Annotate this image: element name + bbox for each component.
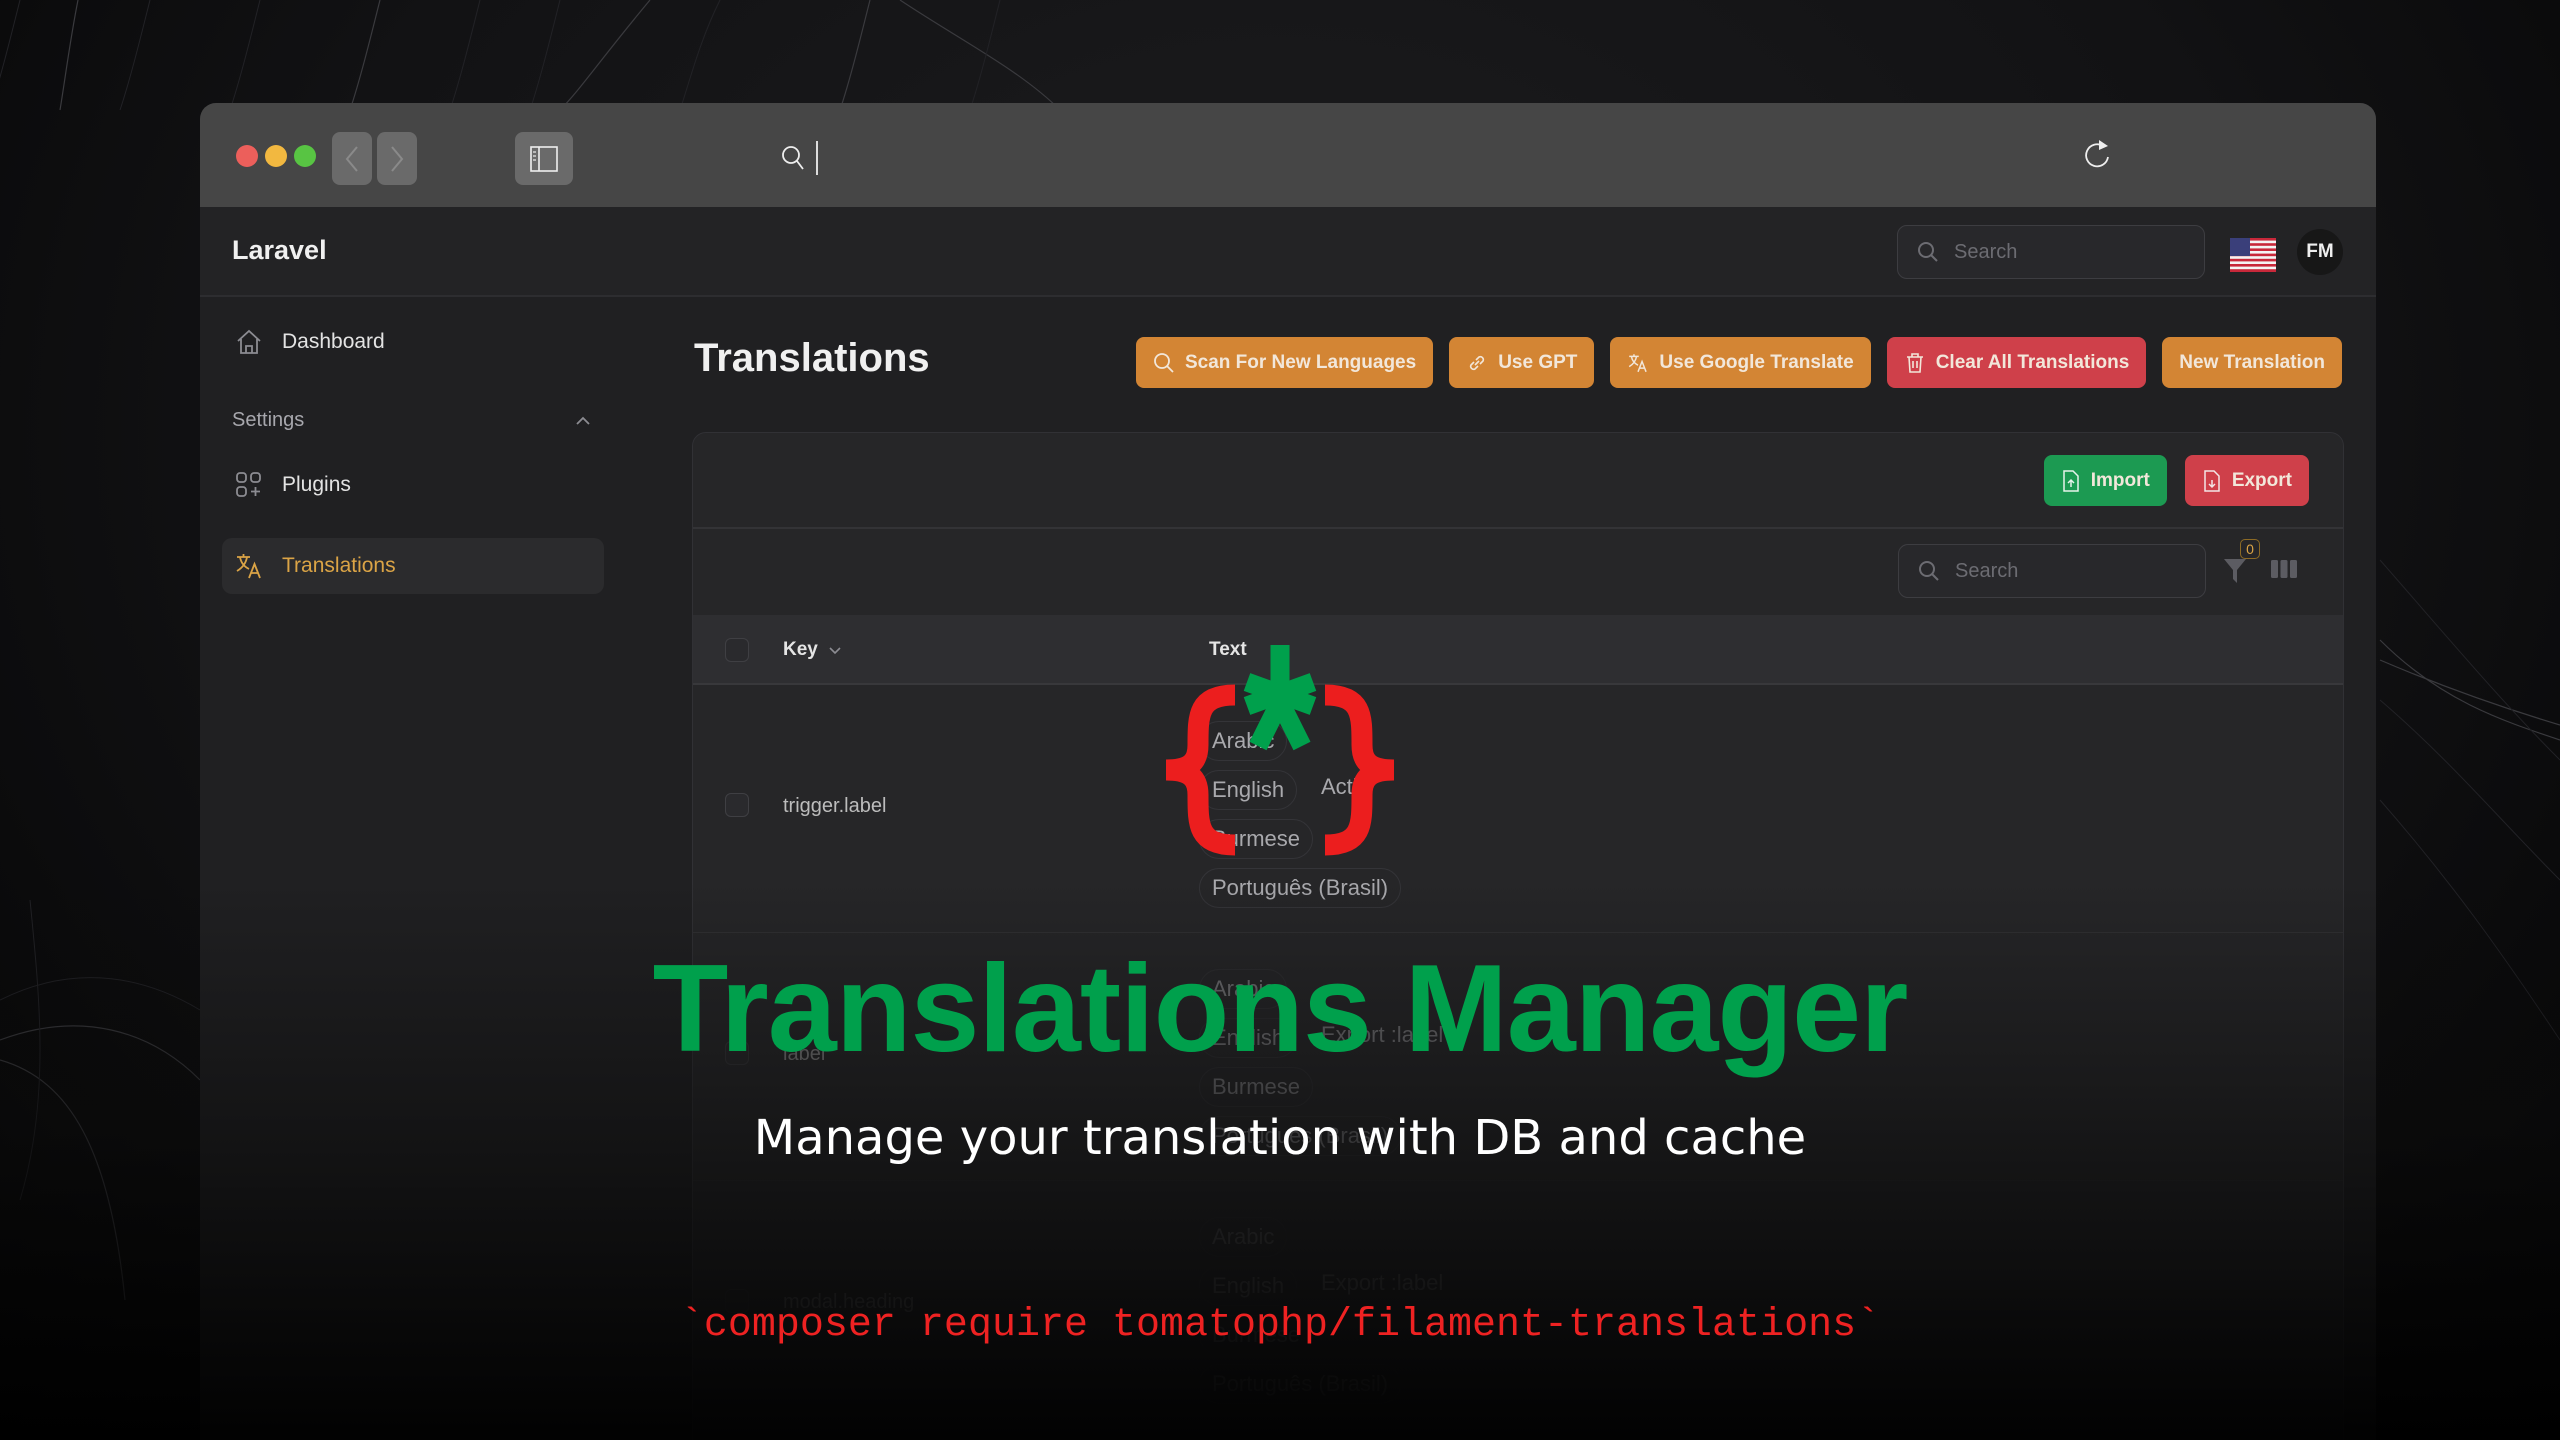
google-translate-button[interactable]: Use Google Translate — [1610, 337, 1871, 388]
file-upload-icon — [2062, 469, 2079, 492]
sidebar-item-label: Plugins — [282, 473, 351, 496]
table-header-row: Key Text — [693, 615, 2343, 685]
button-label: Export — [2231, 469, 2292, 491]
minimize-window-button[interactable] — [265, 145, 287, 167]
hero-subheadline: Manage your translation with DB and cach… — [753, 1110, 1807, 1166]
braces-asterisk-logo-icon — [1165, 645, 1395, 856]
button-label: Use Google Translate — [1659, 351, 1854, 373]
filter-count-badge: 0 — [2240, 539, 2260, 559]
toggle-sidebar-button[interactable] — [515, 132, 573, 185]
row-checkbox[interactable] — [725, 793, 749, 817]
back-button[interactable] — [332, 132, 372, 185]
scan-languages-button[interactable]: Scan For New Languages — [1135, 337, 1434, 388]
sidebar-item-label: Translations — [282, 554, 396, 577]
sidebar-icon — [530, 145, 558, 172]
language-icon — [1629, 353, 1648, 372]
sidebar-item-plugins[interactable]: Plugins — [222, 457, 604, 513]
hero-headline: Translations Manager — [652, 940, 1909, 1078]
install-command: `composer require tomatophp/filament-tra… — [679, 1303, 1881, 1348]
chevron-up-icon — [576, 416, 590, 425]
address-bar[interactable] — [780, 141, 818, 175]
reload-button[interactable] — [2080, 137, 2114, 178]
reload-icon — [2085, 140, 2109, 168]
table-header-actions: Import Export — [693, 433, 2343, 529]
search-icon — [1918, 242, 1938, 262]
close-window-button[interactable] — [236, 145, 258, 167]
maximize-window-button[interactable] — [294, 145, 316, 167]
chevron-right-icon — [391, 145, 404, 172]
sidebar-item-translations[interactable]: Translations — [222, 538, 604, 594]
us-flag-icon[interactable] — [2230, 238, 2276, 272]
file-download-icon — [2204, 469, 2220, 492]
global-search-input[interactable] — [1954, 240, 2154, 264]
sidebar-item-dashboard[interactable]: Dashboard — [222, 314, 604, 370]
button-label: Scan For New Languages — [1184, 351, 1417, 373]
brand-name: Laravel — [232, 235, 327, 265]
search-icon — [1919, 561, 1939, 581]
export-button[interactable]: Export — [2184, 455, 2309, 506]
sidebar-group-settings[interactable]: Settings — [232, 409, 592, 432]
table-search-input[interactable] — [1955, 559, 2155, 583]
link-icon — [1470, 355, 1485, 370]
text-cursor — [816, 141, 818, 175]
sidebar-item-label: Dashboard — [282, 330, 385, 353]
button-label: Import — [2090, 469, 2150, 491]
table-toolbar: 0 — [693, 529, 2343, 615]
page-title: Translations — [694, 336, 930, 380]
chevron-left-icon — [345, 145, 358, 172]
row-key: trigger.label — [783, 795, 887, 817]
home-icon — [237, 329, 261, 354]
column-header-key[interactable]: Key — [783, 639, 842, 661]
search-icon — [782, 146, 804, 170]
button-label: New Translation — [2179, 351, 2325, 373]
search-icon — [1154, 352, 1174, 373]
user-avatar[interactable]: FM — [2297, 229, 2343, 275]
column-header-label: Key — [783, 639, 818, 660]
table-search[interactable] — [1898, 544, 2206, 598]
use-gpt-button[interactable]: Use GPT — [1449, 337, 1595, 388]
app-topbar: Laravel FM — [200, 207, 2376, 297]
language-icon — [236, 554, 261, 579]
browser-titlebar — [200, 103, 2376, 207]
page-actions: Scan For New Languages Use GPT Use Googl… — [1135, 337, 2342, 388]
filter-icon[interactable] — [2223, 557, 2247, 585]
new-translation-button[interactable]: New Translation — [2162, 337, 2342, 388]
trash-icon — [1906, 352, 1923, 373]
global-search[interactable] — [1897, 225, 2205, 279]
columns-icon[interactable] — [2271, 558, 2297, 580]
sidebar-group-label: Settings — [232, 409, 305, 431]
select-all-checkbox[interactable] — [725, 638, 749, 662]
button-label: Clear All Translations — [1935, 351, 2130, 373]
plugins-icon — [236, 472, 261, 497]
forward-button[interactable] — [377, 132, 417, 185]
import-button[interactable]: Import — [2043, 455, 2167, 506]
clear-translations-button[interactable]: Clear All Translations — [1886, 337, 2147, 388]
chevron-down-icon — [829, 647, 841, 655]
button-label: Use GPT — [1498, 351, 1578, 373]
